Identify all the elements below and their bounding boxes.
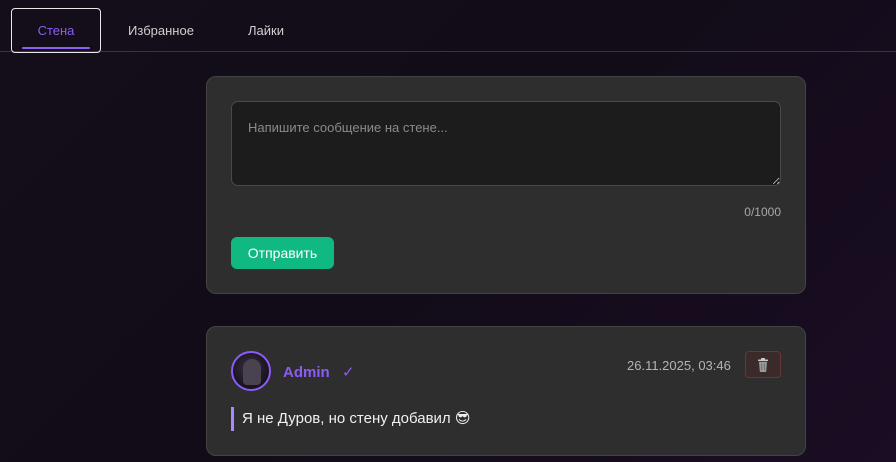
author-avatar[interactable] (231, 351, 271, 391)
tab-favorites[interactable]: Избранное (118, 8, 204, 52)
post-timestamp: 26.11.2025, 03:46 (627, 358, 731, 373)
post-text: Я не Дуров, но стену добавил 😎 (231, 407, 470, 431)
tab-bar: Стена Избранное Лайки (0, 0, 896, 53)
post-composer: 0/1000 Отправить (206, 76, 806, 294)
send-button[interactable]: Отправить (231, 237, 334, 269)
tab-likes[interactable]: Лайки (236, 8, 296, 52)
verified-check-icon: ✓ (342, 364, 355, 381)
trash-icon (758, 357, 768, 372)
avatar-image (243, 359, 261, 385)
delete-post-button[interactable] (745, 351, 781, 378)
author-name[interactable]: Admin (283, 364, 330, 381)
wall-message-input[interactable] (231, 101, 781, 186)
tab-wall[interactable]: Стена (11, 8, 101, 53)
character-counter: 0/1000 (744, 205, 781, 219)
wall-post: Admin ✓ 26.11.2025, 03:46 Я не Дуров, но… (206, 326, 806, 456)
